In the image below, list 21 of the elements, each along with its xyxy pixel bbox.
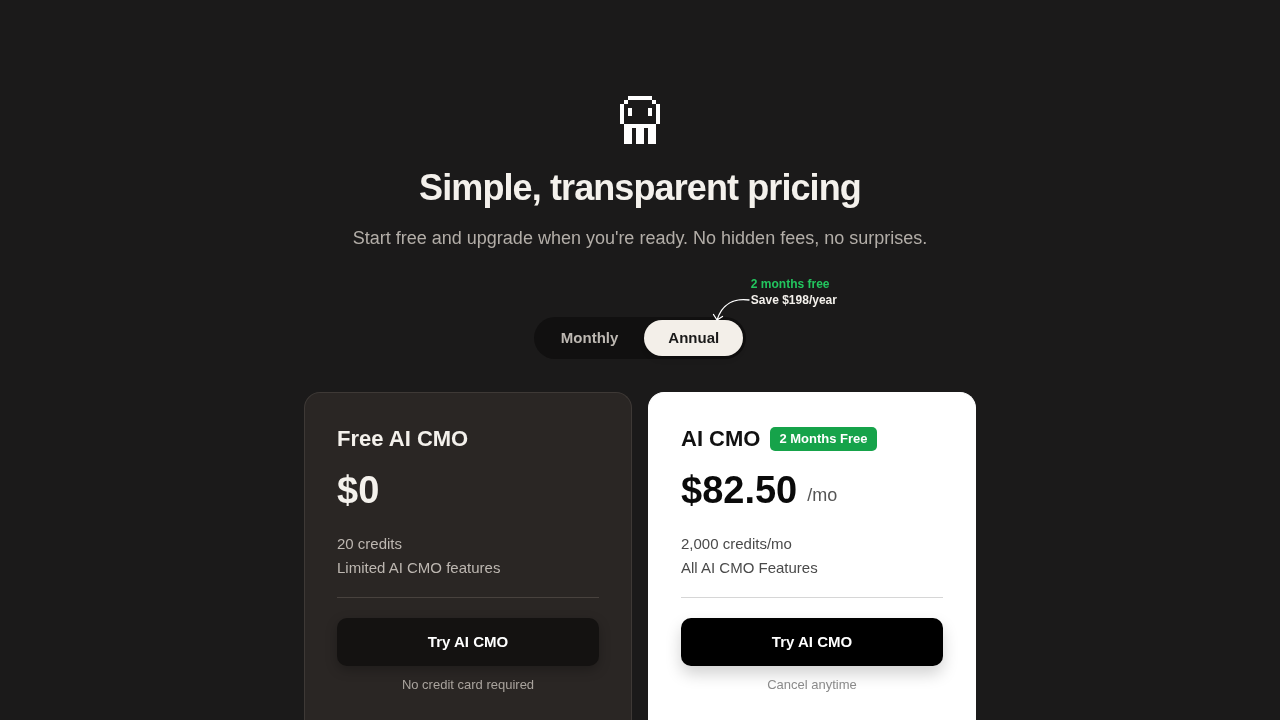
plan-badge: 2 Months Free [770,427,877,451]
page-subtitle: Start free and upgrade when you're ready. No hidden fees, no surprises. [352,227,928,250]
page-heading: Simple, transparent pricing [419,166,861,210]
plan-price: $0 [337,468,380,513]
plan-feature: 2,000 credits/mo [681,534,793,554]
plan-feature: All AI CMO Features [681,558,819,578]
plan-price: $82.50 [681,468,798,513]
plan-feature: Limited AI CMO features [337,558,502,578]
try-plan-button[interactable]: Try AI CMO [337,618,599,666]
plan-name: AI CMO [681,425,761,453]
try-plan-button[interactable]: Try AI CMO [681,618,943,666]
plan-name: Free AI CMO [337,425,469,453]
plan-note: No credit card required [401,676,535,694]
callout-savings: Save $198/year [750,292,837,308]
pixel-skull-logo-icon [620,96,660,144]
billing-option-tab[interactable]: Annual [644,320,744,356]
callout-highlight: 2 months free [750,276,831,292]
billing-option-tab[interactable]: Monthly [536,320,643,356]
plan-feature: 20 credits [337,534,404,554]
plan-note: Cancel anytime [767,676,857,694]
price-period: /mo [807,484,838,507]
